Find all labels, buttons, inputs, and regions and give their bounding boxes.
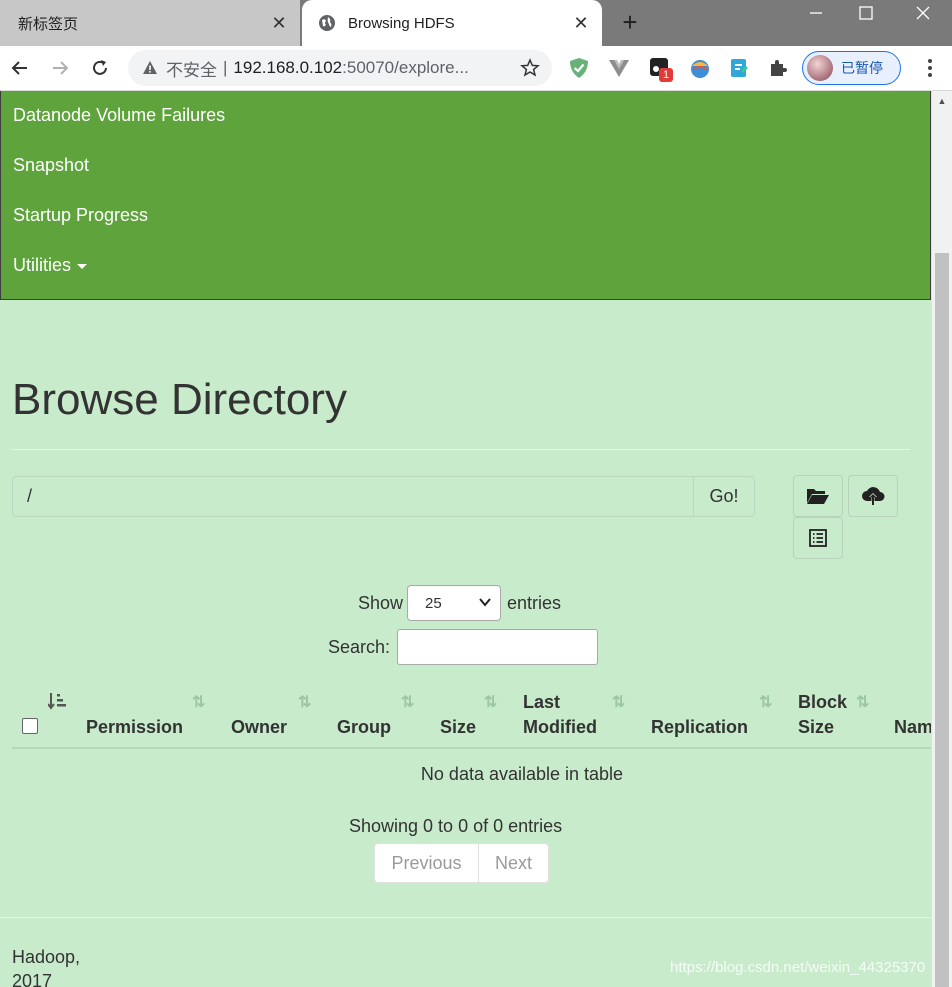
browser-toolbar: 不安全 | 192.168.0.102:50070/explore... 1 已… [0,46,952,91]
column-header-group[interactable]: Group [337,715,391,740]
reload-icon[interactable] [86,54,114,82]
scrollbar[interactable]: ▲ [931,91,952,987]
table-info: Showing 0 to 0 of 0 entries [349,816,563,836]
column-header-size[interactable]: Size [440,715,476,740]
next-button[interactable]: Next [479,844,548,882]
watermark: https://blog.csdn.net/weixin_44325370 [670,959,926,976]
page-length-control: Show 25 entries [358,585,561,621]
select-all-checkbox[interactable] [22,718,38,734]
nav-item-startup-progress[interactable]: Startup Progress [13,205,148,226]
table-search: Search: [328,629,599,665]
folder-open-icon [807,489,829,504]
address-path: :50070/explore... [342,58,469,77]
column-header-block-size[interactable]: Block Size [798,690,847,740]
column-header-owner[interactable]: Owner [231,715,287,740]
tab-new-tab[interactable]: 新标签页 ✕ [0,0,300,46]
sort-icon[interactable]: ⇅ [856,692,870,712]
warning-icon [143,61,157,74]
vue-devtools-icon[interactable] [607,56,631,80]
address-separator: | [223,58,228,77]
scroll-thumb[interactable] [935,253,949,987]
minimize-icon[interactable] [788,0,843,26]
show-label: Show [358,592,404,613]
entries-label: entries [507,592,562,613]
column-header-name[interactable]: Name [894,715,931,740]
nav-item-utilities-label: Utilities [13,255,72,275]
page-title: Browse Directory [12,375,347,424]
more-menu-icon[interactable] [920,56,940,80]
window-close-icon[interactable] [895,0,950,26]
tab-title: 新标签页 [18,15,79,33]
tab-strip: 新标签页 ✕ Browsing HDFS ✕ + [0,0,952,46]
previous-button[interactable]: Previous [375,844,479,882]
tab-title: Browsing HDFS [348,14,455,32]
extension-badge-count: 1 [659,68,674,82]
forward-icon[interactable] [46,54,74,82]
profile-label: 已暂停 [841,60,883,76]
search-label: Search: [328,636,391,657]
sort-icon[interactable]: ⇅ [401,692,415,712]
column-header-replication[interactable]: Replication [651,715,748,740]
scroll-up-icon[interactable]: ▲ [932,91,952,111]
empty-table-message: No data available in table [420,764,624,784]
colorful-extension-icon[interactable] [688,56,712,80]
go-button[interactable]: Go! [693,476,755,517]
footer-line2: 2017 [12,971,53,987]
column-header-last-modified-line1: Last [523,692,561,712]
column-header-permission[interactable]: Permission [86,715,183,740]
chevron-down-icon [479,598,491,607]
footer-line1: Hadoop, [12,947,81,967]
page-viewport: Datanode Volume Failures Snapshot Startu… [0,91,931,987]
footer: Hadoop, 2017 [12,945,80,987]
directory-path-value: / [27,486,33,506]
table-header-border [12,747,931,749]
doc-extension-icon[interactable] [727,56,751,80]
cloud-upload-icon [862,487,885,505]
back-icon[interactable] [6,54,34,82]
sort-icon[interactable]: ⇅ [612,692,626,712]
cut-paste-button[interactable] [793,517,843,559]
create-directory-button[interactable] [793,475,843,517]
footer-divider [0,917,931,918]
navbar: Datanode Volume Failures Snapshot Startu… [0,91,931,300]
bookmark-star-icon[interactable] [520,58,540,78]
nav-item-snapshot[interactable]: Snapshot [13,155,89,176]
extension-badge-icon[interactable]: 1 [648,56,674,82]
nav-item-datanode-volume-failures[interactable]: Datanode Volume Failures [13,105,225,126]
security-label: 不安全 [166,60,217,80]
sort-icon[interactable]: ⇅ [192,692,206,712]
column-header-last-modified[interactable]: Last Modified [523,690,597,740]
maximize-icon[interactable] [838,0,893,26]
new-tab-button[interactable]: + [616,7,644,37]
avatar [807,55,833,81]
sort-icon[interactable]: ⇅ [759,692,773,712]
page-length-select[interactable]: 25 [407,585,502,621]
close-icon[interactable]: ✕ [570,12,592,34]
close-icon[interactable]: ✕ [268,12,290,34]
upload-button[interactable] [848,475,898,517]
puzzle-icon[interactable] [767,56,791,80]
directory-path-input[interactable]: / [12,476,694,517]
sort-asc-icon[interactable] [47,692,68,715]
sort-icon[interactable]: ⇅ [298,692,312,712]
caret-down-icon [77,263,88,269]
column-header-block-size-line1: Block [798,692,848,712]
nav-item-utilities[interactable]: Utilities [13,255,88,276]
profile-button[interactable]: 已暂停 [802,51,901,85]
tab-browsing-hdfs[interactable]: Browsing HDFS ✕ [302,0,602,46]
page-length-value: 25 [425,594,442,612]
adguard-shield-icon[interactable] [567,56,591,80]
sort-icon[interactable]: ⇅ [484,692,498,712]
search-input[interactable] [397,629,599,665]
globe-icon [319,15,335,31]
pagination: Previous Next [374,843,549,883]
address-bar[interactable]: 不安全 | 192.168.0.102:50070/explore... [128,50,552,86]
divider [12,449,910,450]
list-icon [809,529,827,547]
address-host: 192.168.0.102 [233,58,343,77]
column-header-last-modified-line2: Modified [523,717,597,737]
column-header-block-size-line2: Size [798,717,835,737]
